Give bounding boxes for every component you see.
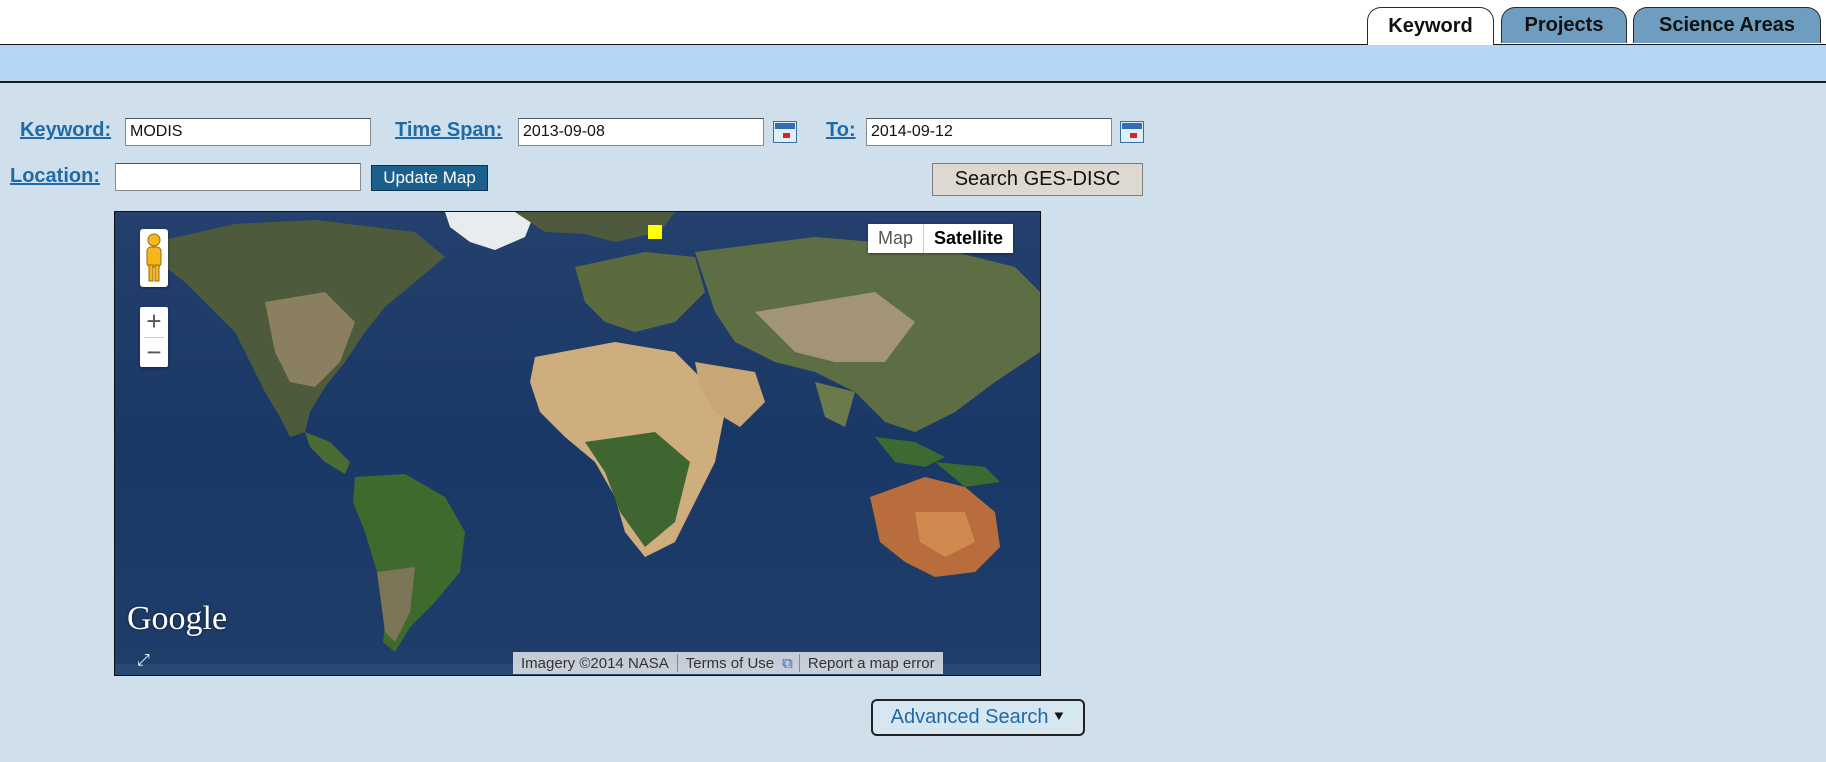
calendar-icon[interactable] bbox=[773, 121, 797, 143]
location-marker[interactable] bbox=[648, 225, 662, 239]
map-type-control: Map Satellite bbox=[868, 224, 1014, 253]
report-map-error-link[interactable]: Report a map error bbox=[800, 655, 943, 672]
zoom-control: + − bbox=[140, 307, 168, 367]
zoom-out-button[interactable]: − bbox=[140, 338, 168, 368]
satellite-imagery bbox=[115, 212, 1040, 675]
map-type-satellite-button[interactable]: Satellite bbox=[924, 224, 1014, 253]
tab-keyword[interactable]: Keyword bbox=[1367, 7, 1494, 45]
map-type-map-button[interactable]: Map bbox=[868, 224, 925, 253]
advanced-search-button[interactable]: Advanced Search ⯆ bbox=[871, 699, 1085, 736]
double-chevron-down-icon: ⯆ bbox=[1052, 708, 1066, 726]
map-attribution: Imagery ©2014 NASA Terms of Use ⧉ Report… bbox=[513, 652, 943, 674]
expand-icon[interactable]: ⤢ bbox=[137, 652, 150, 670]
location-label[interactable]: Location: bbox=[10, 165, 100, 188]
time-span-label[interactable]: Time Span: bbox=[395, 119, 502, 142]
calendar-icon[interactable] bbox=[1120, 121, 1144, 143]
advanced-search-label: Advanced Search bbox=[890, 706, 1049, 728]
tab-projects[interactable]: Projects bbox=[1501, 7, 1627, 43]
keyword-input[interactable] bbox=[125, 118, 371, 146]
street-view-pegman-icon[interactable] bbox=[140, 229, 168, 287]
header-band bbox=[0, 45, 1826, 83]
satellite-map[interactable]: + − Map Satellite Google ⤢ Imagery ©2014… bbox=[114, 211, 1041, 676]
imagery-credit: Imagery ©2014 NASA bbox=[521, 654, 669, 672]
start-date-input[interactable] bbox=[518, 118, 764, 146]
keyword-label[interactable]: Keyword: bbox=[20, 119, 111, 142]
google-logo[interactable]: Google bbox=[127, 600, 227, 638]
terms-of-use-link[interactable]: Terms of Use bbox=[678, 655, 782, 672]
search-ges-disc-button[interactable]: Search GES-DISC bbox=[932, 163, 1143, 196]
tab-science-areas[interactable]: Science Areas bbox=[1633, 7, 1821, 43]
end-date-input[interactable] bbox=[866, 118, 1112, 146]
external-link-icon[interactable]: ⧉ bbox=[782, 655, 799, 672]
location-input[interactable] bbox=[115, 163, 361, 191]
to-label[interactable]: To: bbox=[826, 119, 856, 142]
update-map-button[interactable]: Update Map bbox=[371, 165, 488, 191]
zoom-in-button[interactable]: + bbox=[140, 307, 168, 337]
